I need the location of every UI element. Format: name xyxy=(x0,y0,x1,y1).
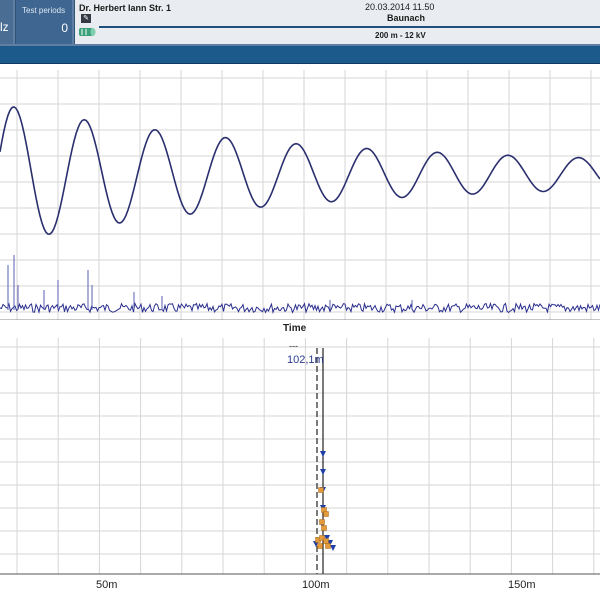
triangle-marker xyxy=(320,451,326,457)
header-bar: lz Test periods 0 Dr. Herbert Iann Str. … xyxy=(0,0,600,46)
location-text: Baunach xyxy=(387,13,426,23)
noise-series xyxy=(0,301,600,315)
unit-text: lz xyxy=(0,20,9,34)
x-tick-100m: 100m xyxy=(302,579,330,591)
square-marker xyxy=(325,543,331,549)
unit-display: lz xyxy=(0,0,13,44)
triangle-marker xyxy=(320,469,326,475)
measurement-info-panel: Dr. Herbert Iann Str. 1 20.03.2014 11.50… xyxy=(74,0,600,44)
x-tick-50m: 50m xyxy=(96,579,118,591)
address-text: Dr. Herbert Iann Str. 1 xyxy=(79,3,172,13)
reflection-chart[interactable]: --- 102,1m xyxy=(0,338,600,578)
x-axis-label: Time xyxy=(283,323,307,334)
datetime-text: 20.03.2014 11.50 xyxy=(365,2,435,12)
waveform-grid xyxy=(0,70,600,320)
waveform-chart[interactable] xyxy=(0,70,600,320)
square-marker xyxy=(323,538,329,544)
x-tick-150m: 150m xyxy=(508,579,536,591)
square-marker xyxy=(318,487,324,493)
cable-icon xyxy=(79,28,96,36)
reflection-grid xyxy=(0,338,600,574)
square-marker xyxy=(317,543,323,549)
cursor-value: 102,1m xyxy=(287,354,324,366)
test-periods-value: 0 xyxy=(61,21,68,35)
triangle-marker xyxy=(330,545,336,551)
oscillation-series xyxy=(0,106,600,235)
cable-info-text: 200 m - 12 kV xyxy=(375,31,426,40)
toolbar-strip xyxy=(0,46,600,64)
test-periods-panel[interactable]: Test periods 0 xyxy=(15,0,72,44)
edit-icon[interactable]: ✎ xyxy=(81,14,91,23)
cable-line xyxy=(99,26,600,28)
square-marker xyxy=(323,511,329,517)
test-periods-label: Test periods xyxy=(22,6,66,15)
cursor-label: --- xyxy=(289,341,298,351)
square-marker xyxy=(319,519,325,525)
square-marker xyxy=(321,525,327,531)
noise-spikes xyxy=(7,255,413,310)
